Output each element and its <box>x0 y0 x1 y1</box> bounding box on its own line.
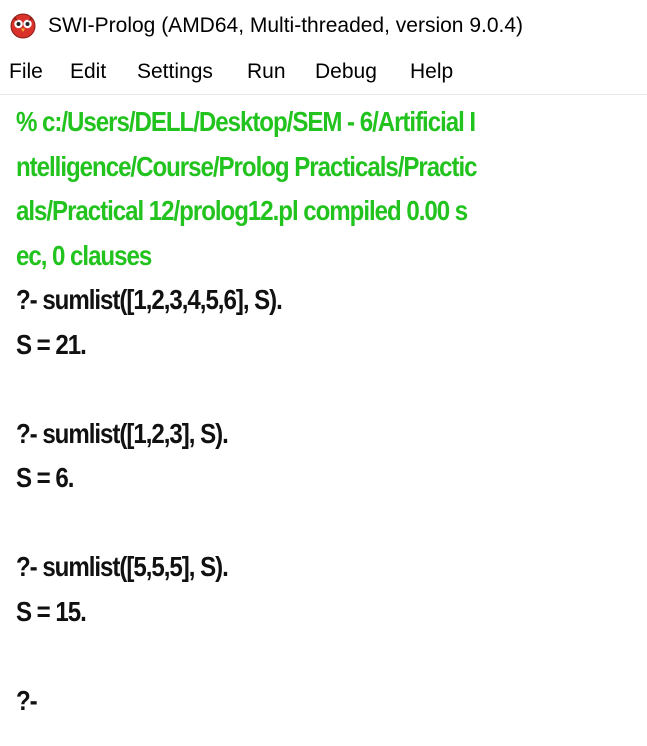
title-bar[interactable]: SWI-Prolog (AMD64, Multi-threaded, versi… <box>0 0 647 54</box>
console-output[interactable]: % c:/Users/DELL/Desktop/SEM - 6/Artifici… <box>16 100 636 723</box>
menu-file[interactable]: File <box>9 60 43 84</box>
result-line: S = 6. <box>16 462 74 493</box>
menu-edit[interactable]: Edit <box>70 60 106 84</box>
result-line: S = 15. <box>16 595 87 627</box>
menu-bar: File Edit Settings Run Debug Help <box>0 54 647 95</box>
query-line: ?- sumlist([1,2,3,4,5,6], S). <box>16 284 283 315</box>
input-prompt[interactable]: ?- <box>16 679 549 724</box>
prolog-console-window: SWI-Prolog (AMD64, Multi-threaded, versi… <box>0 0 647 746</box>
compile-message-line: ntelligence/Course/Prolog Practicals/Pra… <box>16 150 477 182</box>
owl-icon[interactable] <box>10 13 36 39</box>
result-line: S = 21. <box>16 328 87 360</box>
menu-run[interactable]: Run <box>247 60 286 84</box>
query-line: ?- sumlist([1,2,3], S). <box>16 417 229 449</box>
query-line: ?- sumlist([5,5,5], S). <box>16 551 229 582</box>
window-title: SWI-Prolog (AMD64, Multi-threaded, versi… <box>48 14 524 37</box>
compile-message-line: % c:/Users/DELL/Desktop/SEM - 6/Artifici… <box>16 106 476 137</box>
menu-debug[interactable]: Debug <box>315 60 377 84</box>
compile-message-line: als/Practical 12/prolog12.pl compiled 0.… <box>16 195 468 226</box>
menu-settings[interactable]: Settings <box>137 60 213 84</box>
compile-message-line: ec, 0 clauses <box>16 239 152 271</box>
menu-help[interactable]: Help <box>410 60 453 84</box>
